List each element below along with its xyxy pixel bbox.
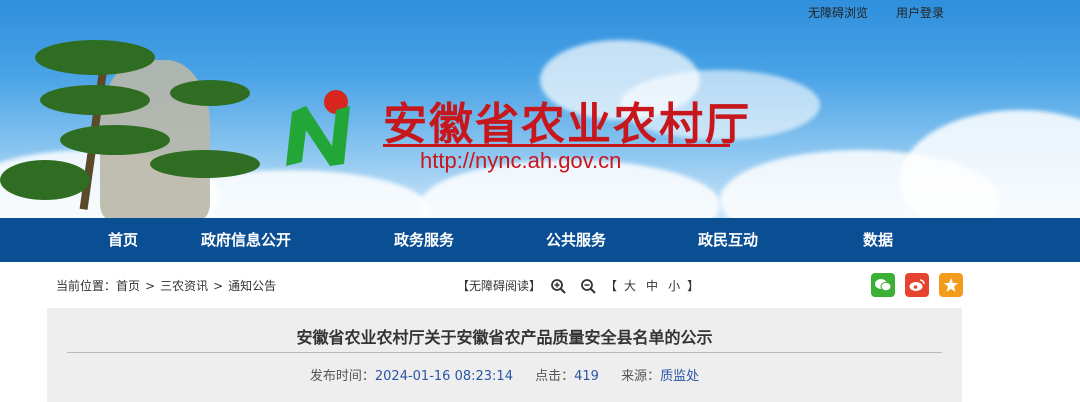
breadcrumb-notices[interactable]: 通知公告 xyxy=(228,279,276,293)
font-size-bracket: 】 xyxy=(687,279,700,293)
breadcrumb-separator: > xyxy=(145,279,156,293)
clicks-count: 419 xyxy=(574,369,599,384)
font-size-large[interactable]: 大 xyxy=(624,277,636,294)
divider xyxy=(67,352,942,353)
breadcrumb: 当前位置：首页 > 三农资讯 > 通知公告 xyxy=(56,277,276,294)
font-size-medium[interactable]: 中 xyxy=(646,277,658,294)
top-links: 无障碍浏览 用户登录 xyxy=(808,4,944,21)
zoom-in-icon[interactable] xyxy=(550,278,566,294)
title-underline xyxy=(383,144,730,147)
breadcrumb-label: 当前位置： xyxy=(56,279,117,293)
source-value: 质监处 xyxy=(660,369,700,384)
accessible-read-link[interactable]: 【无障碍阅读】 xyxy=(457,277,541,294)
font-size-small[interactable]: 小 xyxy=(668,277,680,294)
source-label: 来源： xyxy=(621,369,661,384)
weibo-icon[interactable] xyxy=(905,273,929,297)
breadcrumb-separator: > xyxy=(213,279,224,293)
main-nav: 首页 政府信息公开 政务服务 公共服务 政民互动 数据 xyxy=(0,218,1080,262)
article-header: 安徽省农业农村厅关于安徽省农产品质量安全县名单的公示 发布时间：2024-01-… xyxy=(47,308,962,402)
breadcrumb-rural-news[interactable]: 三农资讯 xyxy=(160,279,208,293)
favorite-icon[interactable] xyxy=(939,273,963,297)
site-title: 安徽省农业农村厅 xyxy=(383,99,751,150)
font-size-bracket: 【 xyxy=(605,279,618,293)
header-banner: 无障碍浏览 用户登录 安徽省农业农村厅 http://nync.ah.gov.c… xyxy=(0,0,1080,218)
article-meta: 发布时间：2024-01-16 08:23:14 点击：419 来源：质监处 xyxy=(47,365,962,384)
publish-time: 2024-01-16 08:23:14 xyxy=(374,369,513,384)
zoom-out-icon[interactable] xyxy=(580,278,596,294)
site-url: http://nync.ah.gov.cn xyxy=(420,148,622,173)
breadcrumb-home[interactable]: 首页 xyxy=(116,279,140,293)
nav-item-data[interactable]: 数据 xyxy=(770,218,986,262)
wechat-icon[interactable] xyxy=(871,273,895,297)
user-login-link[interactable]: 用户登录 xyxy=(896,4,944,21)
reading-tools: 【无障碍阅读】 【 大 中 小 】 xyxy=(457,277,699,294)
site-logo[interactable] xyxy=(280,88,362,170)
clicks-label: 点击： xyxy=(535,369,575,384)
accessible-browse-link[interactable]: 无障碍浏览 xyxy=(808,4,868,21)
publish-time-label: 发布时间： xyxy=(309,369,375,384)
article-title: 安徽省农业农村厅关于安徽省农产品质量安全县名单的公示 xyxy=(296,328,713,347)
